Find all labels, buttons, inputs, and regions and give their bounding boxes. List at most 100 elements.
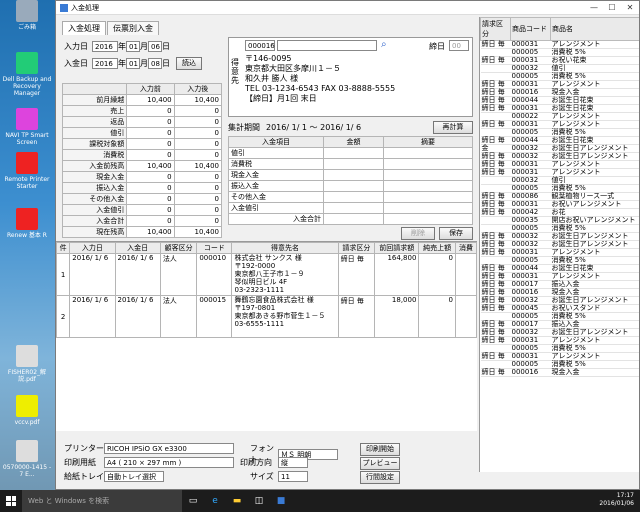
close-button[interactable]: ✕ [621,3,639,12]
edge-icon[interactable]: e [204,490,226,512]
desktop-icon[interactable]: 0570000-1415 - 7 E... [2,440,52,478]
input-year-field[interactable]: 2016 [92,41,118,52]
customer-name-search[interactable] [277,40,377,51]
summary-row: 振込入金 0 0 [61,182,223,194]
taskbar-search[interactable]: Web と Windows を検索 [22,490,182,512]
read-button[interactable]: 読込 [176,57,202,70]
entry-memo-field[interactable] [383,202,473,214]
direction-select[interactable]: 縦 [278,457,308,468]
start-button[interactable] [0,490,22,512]
pay-month-field[interactable]: 01 [126,58,140,69]
desktop-icon-label: Renew 基本 R [7,232,47,239]
list-net-sales: 0 [418,295,456,338]
input-day-field[interactable]: 06 [148,41,162,52]
pay-day-field[interactable]: 08 [148,58,162,69]
entry-item[interactable]: 消費税 [228,158,324,170]
desktop-icon[interactable]: Remote Printer Starter [2,152,52,190]
list-header[interactable]: 消費 [454,242,477,254]
pay-year-field[interactable]: 2016 [92,58,118,69]
desktop-icon[interactable]: Renew 基本 R [2,208,52,239]
summary-row: 売上 0 0 [61,105,223,117]
tab-payment[interactable]: 入金処理 [62,21,106,35]
entry-item[interactable]: 値引 [228,147,324,159]
list-tax [454,253,477,296]
list-header[interactable]: 得意先名 [231,242,339,254]
list-row[interactable]: 1 2016/ 1/ 6 2016/ 1/ 6 法人 000010 株式会社 サ… [56,253,477,296]
print-start-button[interactable]: 印刷開始 [360,443,400,456]
desktop-icon[interactable]: NAVI TP Smart Screen [2,108,52,146]
printer-select[interactable]: RICOH IPSiO GX e3300 [104,443,234,454]
list-header[interactable]: 件 [56,242,71,254]
search-icon[interactable]: ⌕ [381,39,387,50]
customer-code-field[interactable]: 000016 [245,40,275,51]
summary-label: 入金合計 [61,215,128,227]
app-taskbar-icon[interactable]: ■ [270,490,292,512]
customer-panel: 得意先 000016 ⌕ 締日 00 〒146-0095 東京都大田区多摩川１－… [228,37,473,117]
list-header[interactable]: 請求区分 [337,242,376,254]
entry-memo-field[interactable] [383,169,473,181]
payment-window: 入金処理 — ☐ ✕ 入金処理 伝票別入金 入力日 2016 年 01 月 06… [55,0,640,490]
desktop-icon[interactable]: vccv.pdf [2,395,52,426]
list-header[interactable]: コード [196,242,233,254]
maximize-button[interactable]: ☐ [603,3,621,12]
tray-select[interactable]: 自動トレイ選択 [104,471,164,482]
summary-label: 現在残高 [61,226,128,238]
size-select[interactable]: 11 [278,471,308,482]
entry-amount-field[interactable] [323,202,384,214]
product-billing: 締日 毎 [480,352,511,361]
preview-button[interactable]: プレビュー [360,457,400,470]
summary-row: 入金値引 0 0 [61,204,223,216]
entry-memo-field[interactable] [383,158,473,170]
desktop-icon-label: vccv.pdf [14,419,40,426]
product-billing: 締日 毎 [480,56,511,65]
line-spacing-button[interactable]: 行間設定 [360,471,400,484]
entry-amount-field[interactable] [323,147,384,159]
delete-button[interactable]: 削除 [401,227,435,240]
entry-memo-field[interactable] [383,180,473,192]
close-day-select[interactable]: 00 [449,40,469,51]
product-row[interactable]: 締日 毎 000016 現金入金 [480,368,639,377]
tab-slip-payment[interactable]: 伝票別入金 [107,21,159,35]
minimize-button[interactable]: — [585,3,603,12]
list-header[interactable]: 入力日 [69,242,116,254]
recalc-button[interactable]: 再計算 [433,121,473,134]
entry-amount-field[interactable] [323,180,384,192]
list-name-line: 〒197-0801 [234,304,276,312]
desktop-icon[interactable]: Dell Backup and Recovery Manager [2,52,52,97]
entry-amount-field[interactable] [323,169,384,181]
entry-item[interactable]: 入金値引 [228,202,324,214]
entry-amount-field[interactable] [323,191,384,203]
list-header[interactable]: 純売上額 [418,242,456,254]
summary-before: 0 [126,171,175,183]
task-view-icon[interactable]: ▭ [182,490,204,512]
entry-row: その他入金 [228,191,473,203]
entry-memo-field[interactable] [383,191,473,203]
list-header[interactable]: 顧客区分 [159,242,198,254]
entry-item[interactable]: 振込入金 [228,180,324,192]
desktop-file-icon [16,208,38,230]
product-name: 現金入金 [550,368,639,377]
product-header-name: 商品名 [550,17,639,41]
list-header[interactable]: 入金日 [114,242,161,254]
store-icon[interactable]: ◫ [248,490,270,512]
list-header[interactable]: 前回請求額 [374,242,420,254]
save-button[interactable]: 保存 [439,227,473,240]
entry-amount-field[interactable] [323,158,384,170]
list-no: 2 [56,295,71,338]
explorer-icon[interactable]: ▬ [226,490,248,512]
list-prev-billing: 18,000 [374,295,420,338]
desktop-icon-label: ごみ箱 [17,24,36,31]
summary-before: 0 [126,149,175,161]
desktop-icon[interactable]: ごみ箱 [2,0,52,31]
list-no: 1 [56,253,71,296]
entry-item[interactable]: 現金入金 [228,169,324,181]
entry-memo-field[interactable] [383,147,473,159]
clock-date: 2016/01/06 [599,500,634,507]
list-row[interactable]: 2 2016/ 1/ 6 2016/ 1/ 6 法人 000015 舞鶴忘園食品… [56,295,477,338]
list-name-line: 株式会社 サンクス 様 [234,254,302,262]
input-month-field[interactable]: 01 [126,41,140,52]
paper-select[interactable]: A4 ( 210 × 297 mm ) [104,457,234,468]
product-billing: 締日 毎 [480,336,511,345]
entry-item[interactable]: その他入金 [228,191,324,203]
desktop-icon[interactable]: FISHER02_解説.pdf [2,345,52,383]
